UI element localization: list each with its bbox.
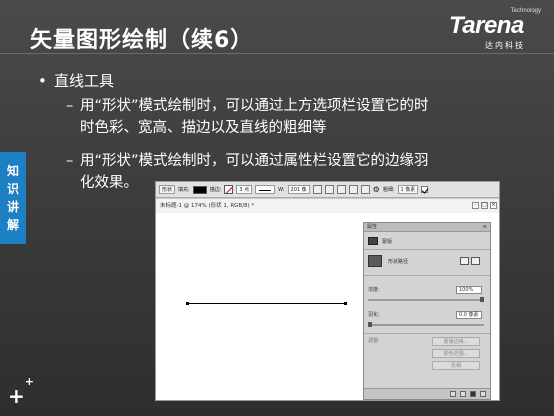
align-icon[interactable] [348,185,358,194]
drawn-line-shape[interactable] [187,303,346,304]
stroke-type-select[interactable] [255,185,276,194]
bullet-text: 直线工具 [54,72,115,90]
mask-icon [368,237,378,245]
mask-row: 蒙版 [368,237,392,245]
panel-footer [364,388,490,399]
vector-mask-button[interactable] [471,257,480,265]
shape-path-label: 形状路径 [388,258,409,265]
properties-panel: 属性 ≡ 蒙版 形状路径 浓度: 100% 羽化: 0.0 像素 调整: 蒙版边… [363,222,491,400]
window-buttons: – □ × [472,202,497,209]
stroke-width-field[interactable]: 3 点 [236,185,253,194]
link-icon[interactable] [312,185,322,194]
mode-select[interactable]: 形状 [159,185,176,194]
stroke-label: 描边: [209,187,222,193]
bullet-dot: • [38,72,47,90]
pixel-mask-button[interactable] [460,257,469,265]
feather-field[interactable]: 0.0 像素 [456,310,482,319]
header-divider [0,53,554,54]
document-title: 未标题-1 @ 174% (形状 1, RGB/8) * [160,203,255,209]
minimize-button[interactable]: – [472,202,479,209]
plus-decoration: ++ [8,375,34,408]
density-row: 浓度: 100% [368,285,488,294]
density-slider[interactable] [368,297,484,302]
apply-mask-icon[interactable] [460,391,466,397]
feather-slider-knob[interactable] [368,322,372,327]
adjust-label: 调整: [368,338,380,344]
density-field[interactable]: 100% [456,285,482,294]
subbullet-options-bar: – 用“形状”模式绘制时，可以通过上方选项栏设置它的时 时色彩、宽高、描边以及直线… [66,95,429,139]
fill-label: 填充: [178,187,190,193]
mask-type-buttons [460,257,480,265]
gear-icon[interactable]: ⚙ [373,185,380,194]
path-ops-icon[interactable] [336,185,346,194]
feather-row: 羽化: 0.0 像素 [368,310,488,319]
plus-icon: + [8,384,25,408]
arrange-icon[interactable] [360,185,370,194]
density-label: 浓度: [368,287,380,293]
maximize-button[interactable]: □ [481,202,488,209]
dash-marker: – [66,98,74,114]
shape-thumbnail-icon [368,255,382,267]
panel-menu-icon[interactable]: ≡ [483,223,487,232]
properties-title: 属性 [367,224,378,230]
stroke-swatch[interactable] [224,185,234,194]
weight-label: 粗细: [382,187,395,193]
side-tab-char: 解 [6,218,19,232]
color-range-button[interactable]: 颜色范围... [432,349,480,358]
subbullet-text-3: 用“形状”模式绘制时，可以通过属性栏设置它的边缘羽 [80,153,429,169]
line-anchor-end[interactable] [344,302,347,305]
density-slider-knob[interactable] [480,297,484,302]
mask-label: 蒙版 [382,238,393,245]
w-label: W: [278,186,285,193]
close-button[interactable]: × [490,202,497,209]
h-field[interactable] [324,185,334,194]
panel-footer-icons [450,391,486,397]
photoshop-screenshot: 形状 填充: 描边: 3 点 W: 201 像 ⚙ 粗细: 1 像素 未标题-1… [155,181,500,401]
slide-title: 矢量图形绘制（续6） [30,28,254,53]
dash-marker: – [66,153,74,169]
side-tab-char: 识 [6,182,19,196]
align-edges-checkbox[interactable] [421,186,429,193]
subbullet-text-2: 时色彩、宽高、描边以及直线的粗细等 [80,120,327,136]
mask-edge-button[interactable]: 蒙版边缘... [432,337,480,346]
w-field[interactable]: 201 像 [287,185,310,194]
feather-slider[interactable] [368,322,484,327]
weight-field[interactable]: 1 像素 [397,185,419,194]
shape-path-row: 形状路径 [368,255,408,267]
panel-divider [364,275,490,276]
subbullet-text-1: 用“形状”模式绘制时，可以通过上方选项栏设置它的时 [80,98,429,114]
logo-brand: Tarena [449,12,524,39]
visibility-icon[interactable] [470,391,476,397]
bullet-line-tool: • 直线工具 [38,70,114,91]
fill-swatch[interactable] [192,185,207,194]
tarena-logo: Technology Tarena 达内科技 [447,8,547,50]
invert-button[interactable]: 反相 [432,361,480,370]
line-anchor-start[interactable] [186,302,189,305]
feather-label: 羽化: [368,312,380,318]
properties-panel-header[interactable]: 属性 ≡ [364,223,490,232]
plus-icon-small: + [24,375,34,389]
panel-divider [364,249,490,250]
side-tab-char: 讲 [6,200,19,214]
panel-divider [364,333,490,334]
document-tab[interactable]: 未标题-1 @ 174% (形状 1, RGB/8) * – □ × [156,199,499,213]
load-selection-icon[interactable] [450,391,456,397]
side-tab-char: 知 [6,164,19,178]
options-bar: 形状 填充: 描边: 3 点 W: 201 像 ⚙ 粗细: 1 像素 [156,182,499,198]
trash-icon[interactable] [480,391,486,397]
side-tab-knowledge: 知 识 讲 解 [0,152,26,244]
logo-subtitle: 达内科技 [485,41,525,50]
